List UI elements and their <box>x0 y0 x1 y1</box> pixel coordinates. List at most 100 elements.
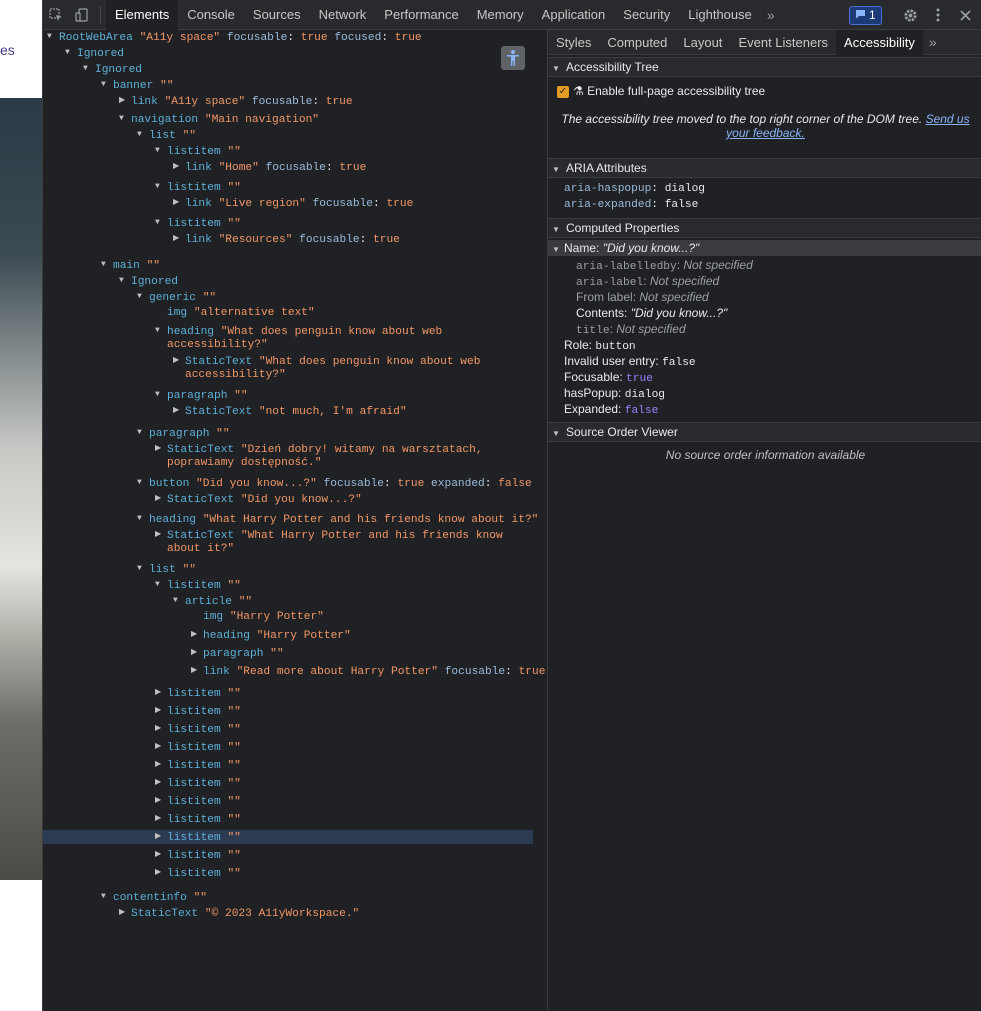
tree-node-link[interactable]: ▶ link "A11y space" focusable: true <box>119 94 353 109</box>
collapsed-triangle-icon[interactable]: ▶ <box>173 354 185 368</box>
tab-computed[interactable]: Computed <box>599 30 675 55</box>
collapsed-triangle-icon[interactable]: ▶ <box>155 442 167 456</box>
collapsed-triangle-icon[interactable]: ▶ <box>155 830 167 844</box>
accessibility-person-icon[interactable] <box>501 46 525 70</box>
tree-node-ignored[interactable]: ▼ Ignored <box>83 62 142 77</box>
collapsed-triangle-icon[interactable]: ▶ <box>155 528 167 542</box>
tree-node-listitem[interactable]: ▼ listitem "" <box>155 578 241 593</box>
tree-node-img[interactable]: img "alternative text" <box>155 306 315 320</box>
expanded-triangle-icon[interactable]: ▼ <box>101 258 113 272</box>
section-aria-attributes[interactable]: ▼ ARIA Attributes <box>548 158 981 178</box>
collapsed-triangle-icon[interactable]: ▶ <box>155 776 167 790</box>
tree-node-link[interactable]: ▶ link "Home" focusable: true <box>173 160 366 175</box>
tree-node-heading[interactable]: ▼ heading "What does penguin know about w… <box>155 324 442 339</box>
tree-node-listitem[interactable]: ▶ listitem "" <box>155 776 241 791</box>
expanded-triangle-icon[interactable]: ▼ <box>173 594 185 608</box>
collapsed-triangle-icon[interactable]: ▶ <box>155 812 167 826</box>
expanded-triangle-icon[interactable]: ▼ <box>155 578 167 592</box>
tree-node-listitem[interactable]: ▼ listitem "" <box>155 144 241 159</box>
tab-security[interactable]: Security <box>614 0 679 30</box>
tab-console[interactable]: Console <box>178 0 244 30</box>
collapsed-triangle-icon[interactable]: ▶ <box>119 94 131 108</box>
tree-node-rootwebarea[interactable]: ▼ RootWebArea "A11y space" focusable: tru… <box>47 30 422 45</box>
expanded-triangle-icon[interactable]: ▼ <box>137 476 149 490</box>
tree-node-banner[interactable]: ▼ banner "" <box>101 78 173 93</box>
expanded-triangle-icon[interactable]: ▼ <box>101 78 113 92</box>
expanded-triangle-icon[interactable]: ▼ <box>155 180 167 194</box>
collapsed-triangle-icon[interactable]: ▶ <box>173 404 185 418</box>
device-toggle-icon[interactable] <box>69 0 95 30</box>
collapsed-triangle-icon[interactable]: ▶ <box>155 704 167 718</box>
tree-node-link[interactable]: ▶ link "Read more about Harry Potter" foc… <box>191 664 545 679</box>
more-sidebar-tabs-icon[interactable]: » <box>923 34 943 50</box>
tree-node-list[interactable]: ▼ list "" <box>137 128 196 143</box>
collapsed-triangle-icon[interactable]: ▶ <box>173 160 185 174</box>
collapsed-triangle-icon[interactable]: ▶ <box>155 722 167 736</box>
section-source-order-viewer[interactable]: ▼ Source Order Viewer <box>548 422 981 442</box>
collapsed-triangle-icon[interactable]: ▶ <box>173 232 185 246</box>
collapsed-triangle-icon[interactable]: ▶ <box>155 492 167 506</box>
tree-node-navigation[interactable]: ▼ navigation "Main navigation" <box>119 112 319 127</box>
expanded-triangle-icon[interactable]: ▼ <box>155 324 167 338</box>
expanded-triangle-icon[interactable]: ▼ <box>65 46 77 60</box>
tab-elements[interactable]: Elements <box>106 0 179 30</box>
settings-gear-icon[interactable] <box>897 0 923 30</box>
collapsed-triangle-icon[interactable]: ▶ <box>155 758 167 772</box>
tree-node-statictext[interactable]: ▶ StaticText "Dzień dobry! witamy na wars… <box>155 442 483 457</box>
collapsed-triangle-icon[interactable]: ▶ <box>119 906 131 920</box>
tab-sources[interactable]: Sources <box>244 0 310 30</box>
expanded-triangle-icon[interactable]: ▼ <box>137 562 149 576</box>
expanded-triangle-icon[interactable]: ▼ <box>137 512 149 526</box>
tree-node-listitem[interactable]: ▶ listitem "" <box>155 830 241 845</box>
tree-node-listitem[interactable]: ▶ listitem "" <box>155 722 241 737</box>
tree-node-img[interactable]: img "Harry Potter" <box>191 610 324 624</box>
more-tabs-icon[interactable]: » <box>761 7 781 23</box>
tree-node-paragraph[interactable]: ▼ paragraph "" <box>155 388 248 403</box>
tree-node-main[interactable]: ▼ main "" <box>101 258 160 273</box>
tree-node-listitem[interactable]: ▼ listitem "" <box>155 216 241 231</box>
tree-node-ignored[interactable]: ▼ Ignored <box>119 274 178 289</box>
expanded-triangle-icon[interactable]: ▼ <box>137 128 149 142</box>
tree-node-link[interactable]: ▶ link "Live region" focusable: true <box>173 196 413 211</box>
tree-node-statictext[interactable]: ▶ StaticText "© 2023 A11yWorkspace." <box>119 906 359 921</box>
collapsed-triangle-icon[interactable]: ▶ <box>191 664 203 678</box>
tree-node-generic[interactable]: ▼ generic "" <box>137 290 216 305</box>
expanded-triangle-icon[interactable]: ▼ <box>155 144 167 158</box>
tab-event-listeners[interactable]: Event Listeners <box>730 30 836 55</box>
expanded-triangle-icon[interactable]: ▼ <box>119 274 131 288</box>
tab-styles[interactable]: Styles <box>548 30 599 55</box>
tree-node-list[interactable]: ▼ list "" <box>137 562 196 577</box>
expanded-triangle-icon[interactable]: ▼ <box>137 426 149 440</box>
collapsed-triangle-icon[interactable]: ▶ <box>173 196 185 210</box>
tree-node-statictext[interactable]: ▶ StaticText "Did you know...?" <box>155 492 362 507</box>
inspect-element-icon[interactable] <box>43 0 69 30</box>
close-icon[interactable] <box>952 0 978 30</box>
expanded-triangle-icon[interactable]: ▼ <box>101 890 113 904</box>
tree-node-link[interactable]: ▶ link "Resources" focusable: true <box>173 232 400 247</box>
tab-accessibility[interactable]: Accessibility <box>836 29 923 55</box>
section-accessibility-tree[interactable]: ▼ Accessibility Tree <box>548 57 981 77</box>
tree-node-listitem[interactable]: ▶ listitem "" <box>155 758 241 773</box>
tab-application[interactable]: Application <box>533 0 615 30</box>
tab-layout[interactable]: Layout <box>675 30 730 55</box>
tree-node-listitem[interactable]: ▶ listitem "" <box>155 794 241 809</box>
section-computed-properties[interactable]: ▼ Computed Properties <box>548 218 981 238</box>
tab-lighthouse[interactable]: Lighthouse <box>679 0 761 30</box>
tree-node-article[interactable]: ▼ article "" <box>173 594 252 609</box>
full-page-tree-toggle[interactable]: ✓ ⚗ Enable full-page accessibility tree <box>557 84 765 98</box>
collapsed-triangle-icon[interactable]: ▶ <box>155 794 167 808</box>
tree-node-heading[interactable]: ▶ heading "Harry Potter" <box>191 628 351 643</box>
tree-node-button[interactable]: ▼ button "Did you know...?" focusable: tr… <box>137 476 532 491</box>
tree-node-statictext[interactable]: ▶ StaticText "What Harry Potter and his f… <box>155 528 503 543</box>
expanded-triangle-icon[interactable]: ▼ <box>155 388 167 402</box>
tree-node-contentinfo[interactable]: ▼ contentinfo "" <box>101 890 207 905</box>
expanded-triangle-icon[interactable]: ▼ <box>155 216 167 230</box>
collapsed-triangle-icon[interactable]: ▶ <box>155 848 167 862</box>
expanded-triangle-icon[interactable]: ▼ <box>83 62 95 76</box>
expanded-triangle-icon[interactable]: ▼ <box>47 30 59 44</box>
tree-node-heading[interactable]: ▼ heading "What Harry Potter and his frie… <box>137 512 538 527</box>
tree-node-statictext[interactable]: ▶ StaticText "What does penguin know abou… <box>173 354 480 369</box>
expanded-triangle-icon[interactable]: ▼ <box>119 112 131 126</box>
tree-node-listitem[interactable]: ▶ listitem "" <box>155 686 241 701</box>
tree-node-listitem[interactable]: ▶ listitem "" <box>155 812 241 827</box>
